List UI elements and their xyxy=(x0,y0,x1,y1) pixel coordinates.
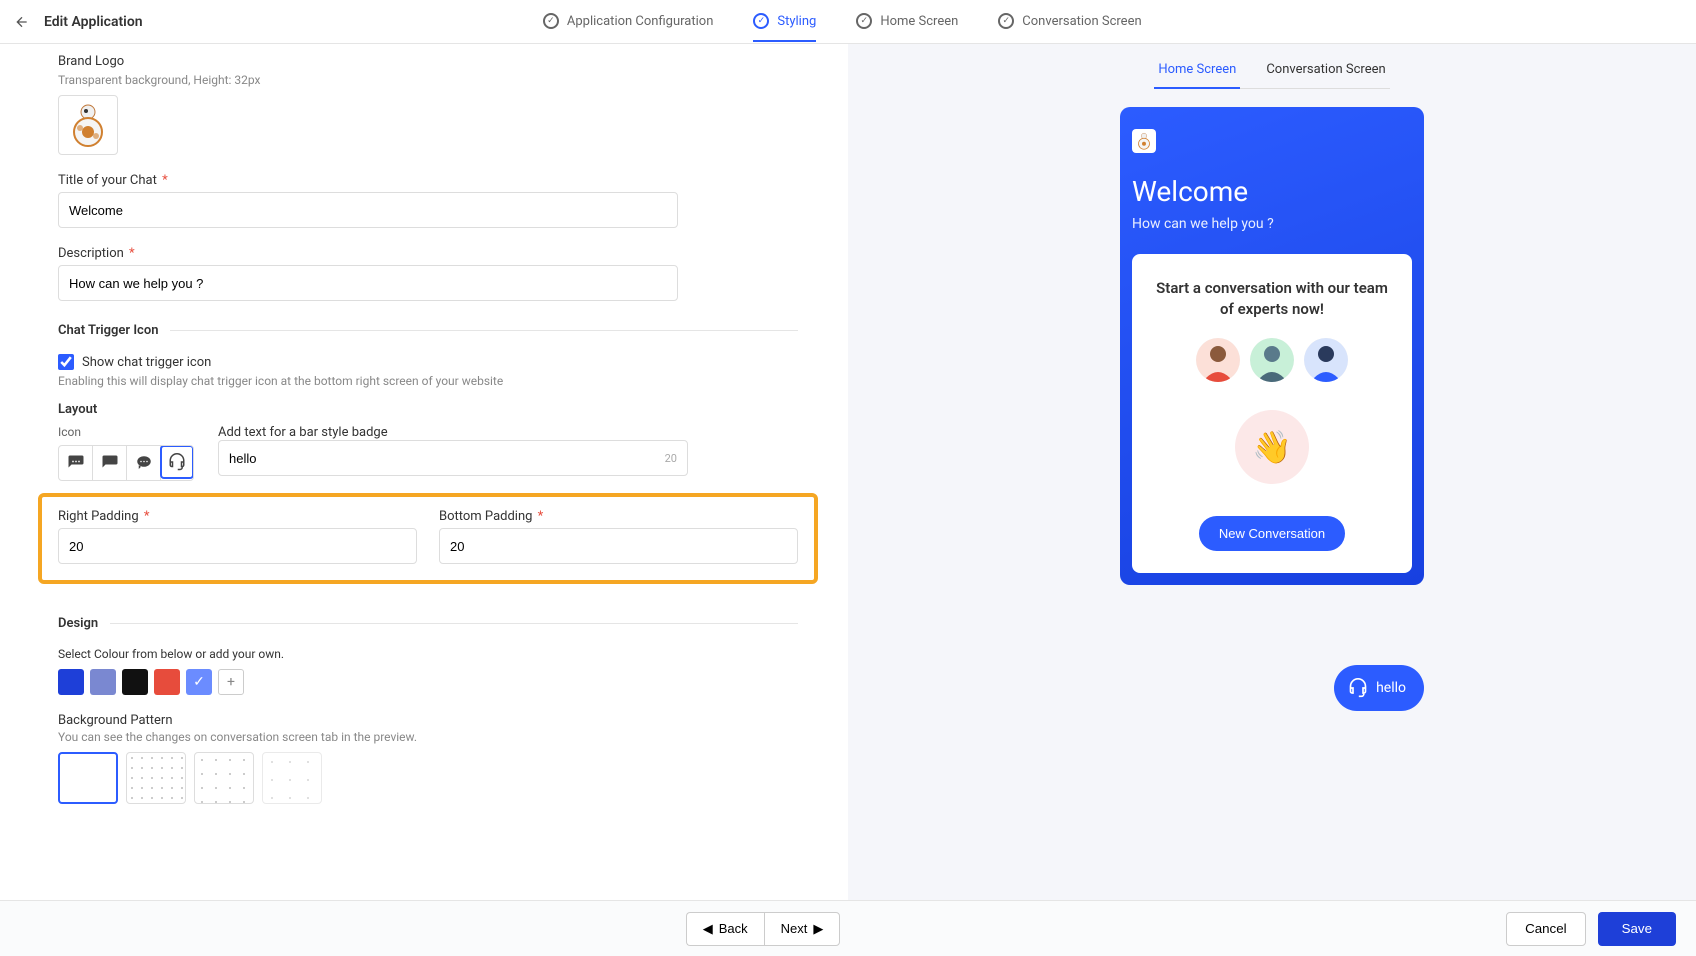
trigger-hint: Enabling this will display chat trigger … xyxy=(58,374,798,388)
pattern-label: Background Pattern xyxy=(58,713,798,728)
color-swatch-4[interactable] xyxy=(154,669,180,695)
step-label: Conversation Screen xyxy=(1022,14,1141,29)
pattern-option-2[interactable] xyxy=(126,752,186,804)
save-button[interactable]: Save xyxy=(1598,912,1676,946)
step-label: Styling xyxy=(777,14,816,29)
bottom-padding-label: Bottom Padding * xyxy=(439,509,798,524)
pattern-option-4[interactable] xyxy=(262,752,322,804)
trigger-section-title: Chat Trigger Icon xyxy=(58,323,158,338)
preview-panel: Home Screen Conversation Screen Welcome … xyxy=(848,44,1696,900)
triangle-right-icon: ▶ xyxy=(813,921,823,937)
pattern-option-3[interactable] xyxy=(194,752,254,804)
brand-logo-label: Brand Logo xyxy=(58,54,798,69)
preview-brand-logo xyxy=(1132,129,1156,153)
padding-highlight-block: Right Padding * Bottom Padding * xyxy=(38,493,818,584)
preview-tab-home[interactable]: Home Screen xyxy=(1154,52,1240,89)
next-button[interactable]: Next ▶ xyxy=(764,912,841,946)
color-swatch-5[interactable] xyxy=(186,669,212,695)
form-panel: Brand Logo Transparent background, Heigh… xyxy=(0,44,848,900)
cancel-button[interactable]: Cancel xyxy=(1506,912,1586,946)
back-arrow-icon[interactable] xyxy=(14,14,30,30)
color-label: Select Colour from below or add your own… xyxy=(58,647,798,661)
preview-card-heading: Start a conversation with our team of ex… xyxy=(1148,278,1396,320)
wave-icon: 👋 xyxy=(1235,410,1309,484)
description-input[interactable] xyxy=(58,265,678,301)
expert-avatar-2 xyxy=(1250,338,1294,382)
back-button[interactable]: ◀ Back xyxy=(686,912,764,946)
new-conversation-button[interactable]: New Conversation xyxy=(1199,516,1345,551)
headset-icon xyxy=(1348,678,1368,698)
badge-input[interactable] xyxy=(229,451,665,466)
check-icon: ✓ xyxy=(543,13,559,29)
preview-tab-conversation[interactable]: Conversation Screen xyxy=(1262,52,1389,89)
badge-label: Add text for a bar style badge xyxy=(218,425,388,440)
preview-subtitle: How can we help you ? xyxy=(1132,216,1412,232)
show-trigger-label: Show chat trigger icon xyxy=(82,355,211,370)
step-conversation-screen[interactable]: ✓ Conversation Screen xyxy=(998,2,1141,42)
show-trigger-checkbox[interactable] xyxy=(58,354,74,370)
description-label: Description * xyxy=(58,246,798,261)
pattern-hint: You can see the changes on conversation … xyxy=(58,730,798,744)
brand-logo-hint: Transparent background, Height: 32px xyxy=(58,73,798,87)
check-icon: ✓ xyxy=(753,13,769,29)
bottom-padding-input[interactable] xyxy=(439,528,798,564)
trigger-pill-preview: hello xyxy=(1334,665,1424,711)
right-padding-input[interactable] xyxy=(58,528,417,564)
color-swatch-1[interactable] xyxy=(58,669,84,695)
divider-line xyxy=(170,330,798,331)
triangle-left-icon: ◀ xyxy=(703,921,713,937)
right-padding-label: Right Padding * xyxy=(58,509,417,524)
design-section-title: Design xyxy=(58,616,98,631)
layout-label: Layout xyxy=(58,402,798,417)
badge-counter: 20 xyxy=(665,452,677,465)
pattern-option-none[interactable] xyxy=(58,752,118,804)
step-label: Application Configuration xyxy=(567,14,713,29)
color-swatch-3[interactable] xyxy=(122,669,148,695)
icon-label: Icon xyxy=(58,425,194,439)
expert-avatar-3 xyxy=(1304,338,1348,382)
check-icon: ✓ xyxy=(856,13,872,29)
trigger-icon-option-1[interactable] xyxy=(59,446,93,480)
check-icon: ✓ xyxy=(998,13,1014,29)
chat-widget-preview: Welcome How can we help you ? Start a co… xyxy=(1120,107,1424,585)
trigger-icon-option-2[interactable] xyxy=(93,446,127,480)
step-app-config[interactable]: ✓ Application Configuration xyxy=(543,2,713,42)
expert-avatar-1 xyxy=(1196,338,1240,382)
step-styling[interactable]: ✓ Styling xyxy=(753,2,816,42)
divider-line xyxy=(110,623,798,624)
preview-title: Welcome xyxy=(1132,175,1412,208)
title-input[interactable] xyxy=(58,192,678,228)
trigger-icon-option-3[interactable] xyxy=(127,446,161,480)
add-color-button[interactable]: + xyxy=(218,669,244,695)
trigger-icon-option-4[interactable] xyxy=(160,445,194,479)
title-label: Title of your Chat * xyxy=(58,173,798,188)
color-swatch-2[interactable] xyxy=(90,669,116,695)
brand-logo-preview[interactable] xyxy=(58,95,118,155)
step-label: Home Screen xyxy=(880,14,958,29)
trigger-text: hello xyxy=(1376,680,1406,696)
page-title: Edit Application xyxy=(44,14,143,30)
step-home-screen[interactable]: ✓ Home Screen xyxy=(856,2,958,42)
